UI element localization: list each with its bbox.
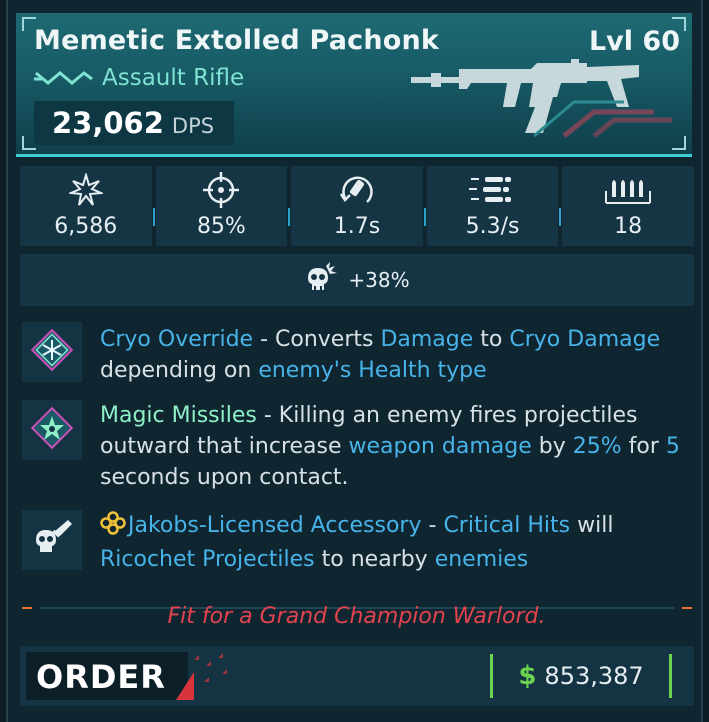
perk-text-part: will xyxy=(570,513,614,538)
item-header: Memetic Extolled Pachonk Lvl 60 Assault … xyxy=(16,13,692,157)
perk-text-part: seconds upon contact. xyxy=(100,465,349,490)
perk-keyword: Cryo xyxy=(509,327,561,352)
weapon-type-row: Assault Rifle xyxy=(34,65,244,91)
price-panel: $ 853,387 xyxy=(490,654,672,698)
perk-keyword: Damage xyxy=(567,327,661,352)
perk-description: Magic Missiles - Killing an enemy fires … xyxy=(100,400,694,493)
stat-divider xyxy=(152,208,155,226)
manufacturer-logo: ORDER xyxy=(26,652,236,704)
jakobs-licensed-chip-icon xyxy=(100,511,126,544)
rarity-chevron-icon xyxy=(34,69,94,87)
stat-value: 6,586 xyxy=(54,214,118,239)
perk-keyword: Damage xyxy=(380,327,474,352)
weapon-name: Memetic Extolled Pachonk xyxy=(34,25,440,56)
flavor-text: Fit for a Grand Champion Warlord. xyxy=(167,604,546,629)
perk-name: Jakobs-Licensed Accessory xyxy=(128,513,422,538)
perk-keyword: enemy's Health type xyxy=(258,358,487,383)
dollar-icon: $ xyxy=(518,661,537,691)
stat-value: 5.3/s xyxy=(465,214,520,239)
crit-value: +38% xyxy=(348,268,410,292)
stat-value: 1.7s xyxy=(333,214,381,239)
section-divider xyxy=(20,595,694,609)
perk-text-part: for xyxy=(621,434,666,459)
perk-jakobs-accessory: Jakobs-Licensed Accessory - Critical Hit… xyxy=(20,506,694,578)
accuracy-crosshair-icon xyxy=(201,172,241,208)
magic-missile-star-icon xyxy=(29,405,75,455)
item-footer: ORDER $ 853,387 xyxy=(20,646,694,706)
perk-text-part: depending on xyxy=(100,358,259,383)
dps-value: 23,062 xyxy=(52,106,164,140)
reload-time-icon xyxy=(337,172,377,208)
corner-bracket xyxy=(672,136,686,150)
dps-unit: DPS xyxy=(171,113,215,138)
stat-value: 85% xyxy=(196,214,246,239)
perk-keyword: Critical Hits xyxy=(443,513,571,538)
perk-text-part: - Converts xyxy=(253,327,381,352)
perk-icon-frame xyxy=(22,510,82,570)
perk-text-part: to nearby xyxy=(314,547,435,572)
stat-accuracy: 85% xyxy=(155,166,291,246)
perk-name: Magic Missiles xyxy=(100,403,257,428)
damage-burst-icon xyxy=(68,172,103,208)
perk-description: Jakobs-Licensed Accessory - Critical Hit… xyxy=(100,510,694,575)
stat-divider xyxy=(559,208,562,226)
perk-name: Cryo Override xyxy=(100,327,254,352)
crit-damage-row: +38% xyxy=(20,254,694,306)
stat-magazine: 18 xyxy=(562,166,694,246)
manufacturer-name: ORDER xyxy=(36,658,166,696)
header-pattern-icon xyxy=(533,98,674,142)
dps-panel: 23,062 DPS xyxy=(34,101,234,145)
fire-rate-icon xyxy=(468,172,517,208)
perk-icon-frame xyxy=(22,400,82,460)
perk-keyword: Ricochet Projectiles xyxy=(100,547,315,572)
perk-keyword: weapon damage xyxy=(348,434,532,459)
crit-skull-icon xyxy=(304,262,338,298)
stats-row: 6,586 85% 1.7s 5.3/s 18 xyxy=(20,166,694,246)
item-card: Memetic Extolled Pachonk Lvl 60 Assault … xyxy=(6,0,703,722)
stat-fire-rate: 5.3/s xyxy=(426,166,562,246)
cryo-snowflake-icon xyxy=(29,327,75,377)
perk-text-part: to xyxy=(473,327,510,352)
weapon-type: Assault Rifle xyxy=(102,65,245,91)
perk-keyword: 5 xyxy=(665,434,680,459)
skull-knife-icon xyxy=(30,518,74,562)
perk-icon-frame xyxy=(22,322,82,382)
perk-magic-missiles: Magic Missiles - Killing an enemy fires … xyxy=(20,398,694,494)
stat-reload: 1.7s xyxy=(291,166,426,246)
stat-divider xyxy=(288,208,291,226)
perk-description: Cryo Override - Converts Damage to Cryo … xyxy=(100,324,694,386)
stat-value: 18 xyxy=(614,214,643,239)
perk-keyword: 25% xyxy=(572,434,622,459)
price-value: 853,387 xyxy=(544,662,644,690)
magazine-ammo-icon xyxy=(604,172,652,208)
perk-text-part: - xyxy=(421,513,444,538)
perk-cryo-override: Cryo Override - Converts Damage to Cryo … xyxy=(20,320,694,390)
stat-damage: 6,586 xyxy=(20,166,155,246)
perk-keyword: enemies xyxy=(434,547,529,572)
stat-divider xyxy=(423,208,426,226)
perk-text-part: by xyxy=(531,434,573,459)
